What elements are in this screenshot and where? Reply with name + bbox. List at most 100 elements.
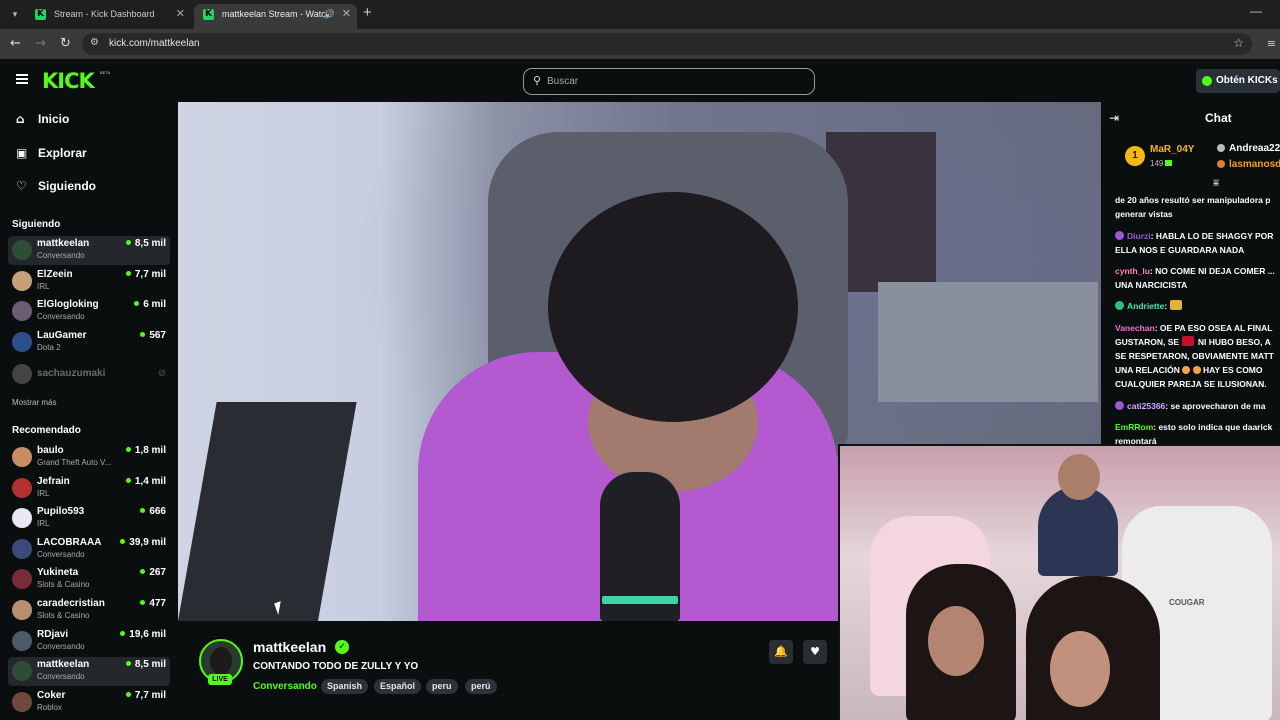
tag-peru[interactable]: peru xyxy=(426,679,458,694)
channel-category: IRL xyxy=(37,282,50,291)
follow-heart-icon[interactable]: ♥ xyxy=(803,640,827,664)
chat-message: GUSTARON, SE NI HUBO BESO, A xyxy=(1115,335,1280,349)
site-info-icon[interactable]: ⚙ xyxy=(90,37,99,48)
viewer-count: 8,5 mil xyxy=(125,238,166,249)
bookmark-star-icon[interactable]: ☆ xyxy=(1233,36,1244,50)
avatar xyxy=(12,661,32,681)
chat-message: de 20 años resultó ser manipuladora p xyxy=(1115,193,1280,207)
browser-tab-stream[interactable]: K mattkeelan Stream - Watch 🔊 ✕ xyxy=(194,4,357,29)
sidebar-item-mattkeelan-recommended[interactable]: mattkeelan Conversando 8,5 mil xyxy=(8,657,170,686)
back-arrow-icon[interactable]: ← xyxy=(10,36,21,51)
new-tab-button[interactable]: + xyxy=(363,4,372,21)
chat-username[interactable]: EmRRom xyxy=(1115,422,1153,432)
chat-username[interactable]: Vanechan xyxy=(1115,323,1155,333)
tag-espanol[interactable]: Español xyxy=(374,679,422,694)
tag-spanish[interactable]: Spanish xyxy=(321,679,369,694)
message-text: : xyxy=(1164,301,1168,311)
emote-icon xyxy=(1169,300,1182,310)
chat-username[interactable]: cynth_lu xyxy=(1115,266,1150,276)
avatar xyxy=(12,447,32,467)
sidebar-item-rdjavi[interactable]: RDjavi Conversando 19,6 mil xyxy=(8,627,170,656)
chat-username[interactable]: cati25366 xyxy=(1127,401,1165,411)
user-badge-icon xyxy=(1115,231,1124,240)
reading-list-icon[interactable]: ≡ xyxy=(1267,37,1276,50)
heart-icon: ♡ xyxy=(16,179,27,193)
message-text: de 20 años resultó ser manipuladora p xyxy=(1115,195,1271,205)
viewer-count-value: 666 xyxy=(149,506,166,517)
chat-message: Andriette: xyxy=(1115,299,1280,313)
message-text: : NO COME NI DEJA COMER ... xyxy=(1149,266,1275,276)
viewer-count: 8,5 mil xyxy=(125,659,166,670)
sidebar-item-jefrain[interactable]: Jefrain IRL 1,4 mil xyxy=(8,474,170,503)
tag-peru-accent[interactable]: perú xyxy=(465,679,497,694)
offline-icon: ⊘ xyxy=(157,368,166,379)
rank-badge: 1 xyxy=(1125,146,1145,166)
search-input[interactable]: ⚲ Buscar xyxy=(523,68,815,95)
avatar xyxy=(12,478,32,498)
nav-label: Inicio xyxy=(38,112,70,126)
tab-list-chevron-icon[interactable]: ▾ xyxy=(6,6,24,23)
video-shelf xyxy=(878,282,1098,402)
nav-explore[interactable]: ▣ Explorar xyxy=(16,143,87,163)
sidebar-item-elglogloking[interactable]: ElGlogloking Conversando 6 mil xyxy=(8,297,170,326)
sidebar-item-lacobraaa[interactable]: LACOBRAAA Conversando 39,9 mil xyxy=(8,535,170,564)
channel-category: Conversando xyxy=(37,642,85,651)
sidebar-item-pupilo593[interactable]: Pupilo593 IRL 666 xyxy=(8,504,170,533)
third-gifter-name: lasmanosde... xyxy=(1229,159,1280,170)
video-streamer-hair xyxy=(548,192,798,422)
close-tab-icon[interactable]: ✕ xyxy=(176,4,185,25)
pip-video-overlay[interactable]: COUGAR xyxy=(838,444,1280,720)
second-gifter-name: Andreaa2216 xyxy=(1229,143,1280,154)
streamer-name[interactable]: mattkeelan xyxy=(253,639,326,655)
message-text: CUALQUIER PAREJA SE ILUSIONAN. xyxy=(1115,379,1267,389)
collapse-chat-icon[interactable]: ⇥ xyxy=(1109,111,1119,125)
chat-username[interactable]: Andriette xyxy=(1127,301,1164,311)
viewer-count: 567 xyxy=(140,330,166,341)
chat-message: CUALQUIER PAREJA SE ILUSIONAN. xyxy=(1115,377,1280,391)
kick-logo[interactable]: KICK xyxy=(42,69,95,93)
channel-category: Conversando xyxy=(37,312,85,321)
url-field[interactable]: ⚙ kick.com/mattkeelan ☆ xyxy=(82,33,1252,55)
live-dot-icon xyxy=(120,539,126,544)
top-gifter-count-value: 149 xyxy=(1150,159,1164,168)
channel-category: Conversando xyxy=(37,251,85,260)
pip-person-back-head xyxy=(1058,454,1100,500)
sidebar-item-coker[interactable]: Coker Roblox 7,7 mil xyxy=(8,688,170,717)
get-kicks-button[interactable]: Obtén KICKs xyxy=(1196,69,1280,93)
sidebar-item-baulo[interactable]: baulo Grand Theft Auto V... 1,8 mil xyxy=(8,443,170,472)
pip-person-left-face xyxy=(928,606,984,676)
category-link[interactable]: Conversando xyxy=(253,681,317,692)
nav-home[interactable]: ⌂ Inicio xyxy=(16,109,69,129)
show-more-link[interactable]: Mostrar más xyxy=(12,398,56,407)
channel-name: Yukineta xyxy=(37,567,79,578)
second-gifter[interactable]: Andreaa2216 xyxy=(1217,143,1280,154)
search-placeholder: Buscar xyxy=(547,76,579,87)
filter-icon[interactable]: ⩸ xyxy=(1213,178,1219,189)
menu-hamburger-icon[interactable] xyxy=(16,74,28,84)
sidebar-item-laugamer[interactable]: LauGamer Dota 2 567 xyxy=(8,328,170,357)
close-tab-icon[interactable]: ✕ xyxy=(342,4,351,25)
message-text: remontará xyxy=(1115,436,1157,444)
speaker-icon[interactable]: 🔊 xyxy=(324,4,335,25)
top-gifter-name[interactable]: MaR_04Y xyxy=(1150,144,1194,155)
sidebar-item-sachauzumaki[interactable]: sachauzumaki ⊘ xyxy=(8,360,170,389)
chat-message: EmRRom: esto solo indica que daarick xyxy=(1115,420,1280,434)
channel-name: ElZeein xyxy=(37,269,73,280)
sidebar-item-caradecristian[interactable]: caradecristian Slots & Casino 477 xyxy=(8,596,170,625)
reload-icon[interactable]: ↻ xyxy=(60,36,71,51)
sidebar-item-mattkeelan[interactable]: mattkeelan Conversando 8,5 mil xyxy=(8,236,170,265)
channel-name: caradecristian xyxy=(37,598,105,609)
sidebar-item-elzeein[interactable]: ElZeein IRL 7,7 mil xyxy=(8,267,170,296)
third-gifter[interactable]: lasmanosde... xyxy=(1217,159,1280,170)
nav-following[interactable]: ♡ Siguiendo xyxy=(16,176,96,196)
chat-username[interactable]: Diurzi xyxy=(1127,231,1151,241)
top-gifter-count: 149 xyxy=(1150,159,1173,168)
avatar xyxy=(12,631,32,651)
browser-tab-dashboard[interactable]: K Stream - Kick Dashboard ✕ xyxy=(26,4,191,29)
live-dot-icon xyxy=(125,478,131,483)
minimize-icon[interactable]: — xyxy=(1250,4,1262,18)
notification-bell-icon[interactable]: 🔔 xyxy=(769,640,793,664)
forward-arrow-icon[interactable]: → xyxy=(35,36,46,51)
sidebar-item-yukineta[interactable]: Yukineta Slots & Casino 267 xyxy=(8,565,170,594)
live-dot-icon xyxy=(125,271,131,276)
